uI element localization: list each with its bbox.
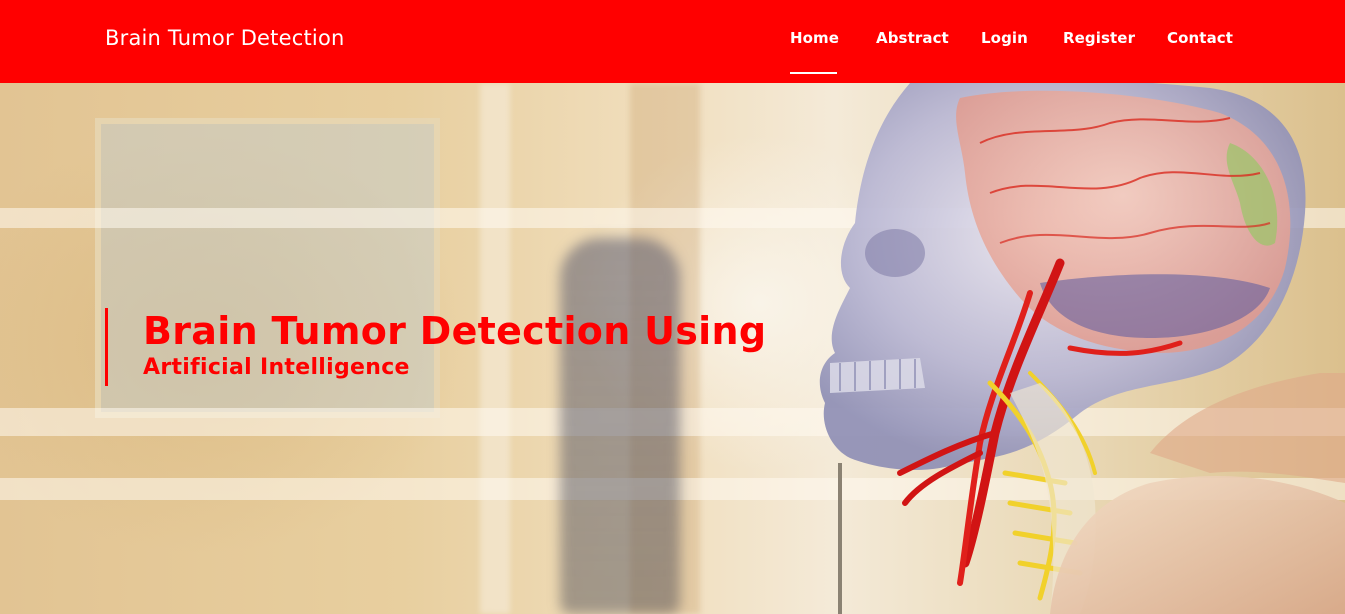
hero-banner: Brain Tumor Detection Using Artificial I… xyxy=(0,83,1345,614)
hero-title: Brain Tumor Detection Using xyxy=(143,309,767,353)
skull-brain-model-image xyxy=(819,83,1345,614)
background-person xyxy=(560,238,680,614)
nav-item-abstract[interactable]: Abstract xyxy=(876,29,949,47)
active-nav-indicator xyxy=(790,72,837,74)
navbar: Brain Tumor Detection Home Abstract Logi… xyxy=(0,0,1345,83)
brand-link[interactable]: Brain Tumor Detection xyxy=(105,26,345,50)
nav-item-home[interactable]: Home xyxy=(790,29,839,47)
nav-item-login[interactable]: Login xyxy=(981,29,1028,47)
hero-subtitle: Artificial Intelligence xyxy=(143,355,410,380)
nav-item-register[interactable]: Register xyxy=(1063,29,1135,47)
hero-headline: Brain Tumor Detection Using Artificial I… xyxy=(105,308,766,386)
nav-item-contact[interactable]: Contact xyxy=(1167,29,1233,47)
